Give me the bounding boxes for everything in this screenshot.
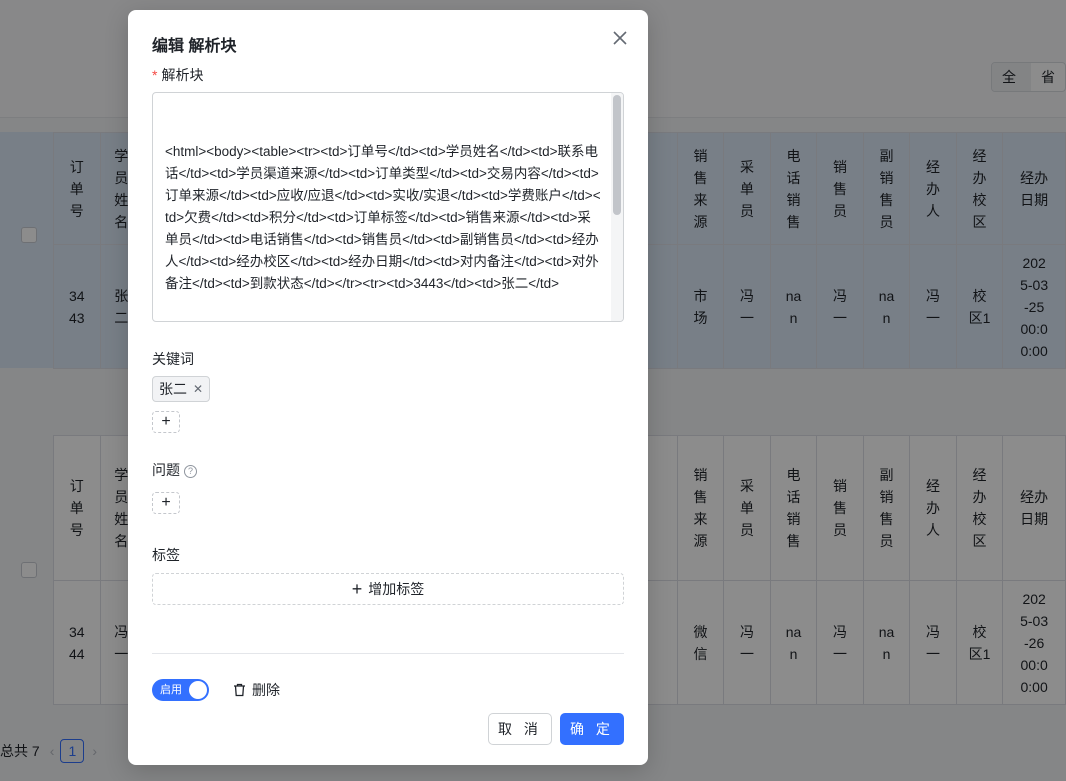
tags-label: 标签 — [152, 547, 180, 563]
close-icon[interactable] — [610, 28, 630, 48]
keyword-tag: 张二 ✕ — [152, 376, 211, 402]
scrollbar[interactable] — [611, 93, 623, 321]
confirm-button[interactable]: 确 定 — [560, 713, 624, 745]
add-question-button[interactable]: + — [152, 492, 180, 514]
switch-knob — [189, 681, 207, 699]
add-keyword-button[interactable]: + — [152, 411, 180, 433]
chunk-text[interactable]: <html><body><table><tr><td>订单号</td><td>学… — [165, 141, 603, 295]
edit-chunk-dialog: 编辑 解析块 * 解析块 <html><body><table><tr><td>订… — [128, 10, 648, 765]
add-tag-button[interactable]: + 增加标签 — [152, 573, 624, 605]
chunk-textarea[interactable]: <html><body><table><tr><td>订单号</td><td>学… — [152, 92, 624, 322]
plus-icon: + — [351, 579, 363, 599]
help-icon[interactable]: ? — [184, 465, 197, 478]
enable-switch-label: 启用 — [160, 684, 182, 696]
cancel-button[interactable]: 取 消 — [488, 713, 552, 745]
question-label: 问题? — [152, 460, 197, 480]
trash-icon — [234, 683, 245, 697]
keywords-label: 关键词 — [152, 351, 194, 367]
remove-keyword-icon[interactable]: ✕ — [193, 382, 203, 396]
required-mark: * — [152, 67, 158, 83]
enable-switch[interactable]: 启用 — [152, 679, 209, 701]
delete-button[interactable]: 删除 — [233, 680, 280, 700]
delete-label: 删除 — [252, 682, 280, 698]
chunk-label: * 解析块 — [152, 67, 204, 83]
scrollbar-thumb[interactable] — [613, 95, 621, 215]
keyword-tag-label: 张二 — [159, 381, 187, 397]
footer-divider — [152, 653, 624, 654]
add-tag-label: 增加标签 — [368, 581, 425, 597]
dialog-title: 编辑 解析块 — [152, 38, 237, 55]
